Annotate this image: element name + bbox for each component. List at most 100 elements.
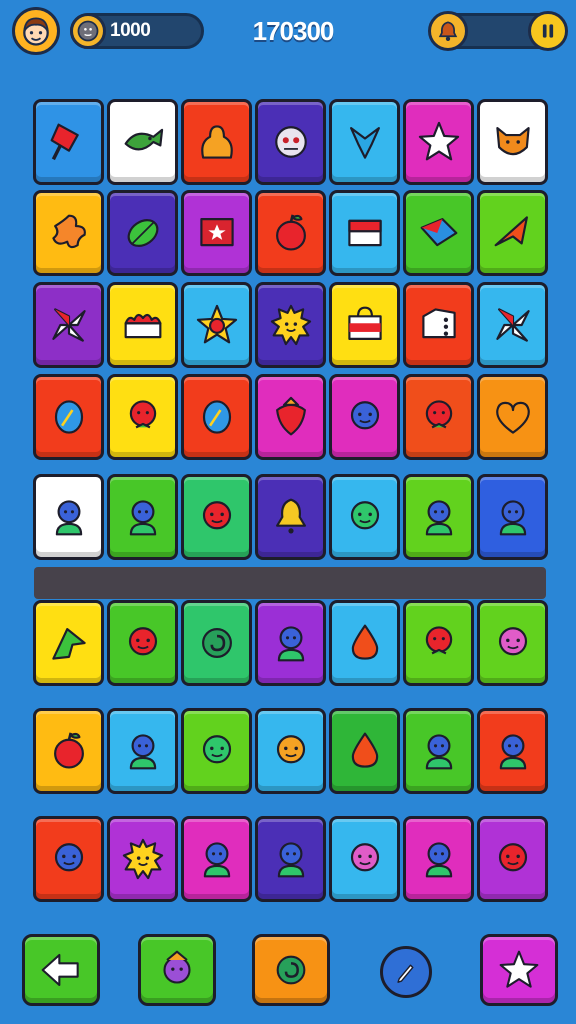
tile-face[interactable] [329,374,400,460]
tile-drop[interactable] [329,600,400,686]
heart-icon [495,401,530,434]
tile-person[interactable] [181,816,252,902]
face-icon [350,843,379,872]
person-icon [203,842,230,878]
tile-kite[interactable] [403,190,474,276]
tile-apple[interactable] [33,708,104,794]
tile-face[interactable] [329,474,400,560]
pencil-icon [397,964,414,983]
tile-person[interactable] [403,708,474,794]
dice-icon [421,308,456,339]
tile-face[interactable] [255,708,326,794]
tile-box[interactable] [329,190,400,276]
arrow-left-icon [41,953,79,987]
tile-sun-face[interactable] [255,282,326,368]
tile-person[interactable] [477,474,548,560]
tile-bell[interactable] [255,474,326,560]
popsicle-icon [50,123,79,161]
tile-star[interactable] [403,99,474,185]
tile-person[interactable] [107,708,178,794]
apple-icon [53,732,84,769]
bell-icon [275,498,306,534]
person-icon [277,626,304,662]
strawberry-icon [275,396,306,436]
face-icon [54,843,83,872]
hint-button[interactable] [380,946,432,998]
swirl-icon [276,955,306,985]
tile-bag[interactable] [329,282,400,368]
tile-cake[interactable] [107,282,178,368]
tile-egg[interactable] [181,374,252,460]
tile-sun-face[interactable] [107,816,178,902]
flag-star-icon [199,218,234,247]
tile-arrow[interactable] [33,600,104,686]
person-icon [499,500,526,536]
tile-face[interactable] [107,600,178,686]
tile-apple[interactable] [255,190,326,276]
tile-egg[interactable] [33,374,104,460]
star-button[interactable] [480,934,558,1006]
tile-monster[interactable] [255,99,326,185]
person-icon [425,842,452,878]
drop-icon [351,624,378,660]
tile-person[interactable] [255,816,326,902]
sun-face-icon [122,838,163,880]
tile-rose[interactable] [403,374,474,460]
flower-icon [51,214,86,249]
tile-person[interactable] [33,474,104,560]
tile-cat[interactable] [477,99,548,185]
face-icon [350,401,379,430]
face-icon [276,735,305,764]
egg-icon [202,400,231,434]
tile-face[interactable] [181,708,252,794]
tile-person[interactable] [477,708,548,794]
tile-face[interactable] [477,600,548,686]
tile-face[interactable] [33,816,104,902]
egg-icon [54,400,83,434]
character-icon [163,950,191,984]
tile-plane[interactable] [477,190,548,276]
tile-pinwheel[interactable] [477,282,548,368]
tile-swirl[interactable] [181,600,252,686]
tile-fish[interactable] [107,99,178,185]
face-icon [350,501,379,530]
person-icon [499,734,526,770]
tile-flag-star[interactable] [181,190,252,276]
person-icon [129,734,156,770]
tile-drop[interactable] [329,708,400,794]
tile-pinwheel[interactable] [33,282,104,368]
arrow-down-icon [349,127,380,159]
tile-rose[interactable] [107,374,178,460]
leaf-icon [127,219,158,247]
swirl-icon [201,628,232,658]
tile-person[interactable] [403,474,474,560]
tile-heart[interactable] [477,374,548,460]
back-button[interactable] [22,934,100,1006]
plane-icon [494,216,528,247]
tile-strawberry[interactable] [255,374,326,460]
tile-face[interactable] [329,816,400,902]
tile-face[interactable] [181,474,252,560]
tile-blob[interactable] [181,99,252,185]
tile-arrow-down[interactable] [329,99,400,185]
tile-person[interactable] [107,474,178,560]
rose-icon [425,400,452,429]
person-icon [425,734,452,770]
bag-icon [347,306,382,340]
fish-icon [124,128,163,151]
tile-dice[interactable] [403,282,474,368]
tile-face[interactable] [477,816,548,902]
tile-flower[interactable] [33,190,104,276]
tile-rose[interactable] [403,600,474,686]
tile-leaf[interactable] [107,190,178,276]
shuffle-button[interactable] [252,934,330,1006]
tile-star-ball[interactable] [181,282,252,368]
face-icon [498,627,527,656]
tile-person[interactable] [403,816,474,902]
tile-popsicle[interactable] [33,99,104,185]
character-button[interactable] [138,934,216,1006]
kite-icon [420,218,457,247]
star-ball-icon [196,304,237,344]
tile-board [0,0,576,1024]
tile-person[interactable] [255,600,326,686]
